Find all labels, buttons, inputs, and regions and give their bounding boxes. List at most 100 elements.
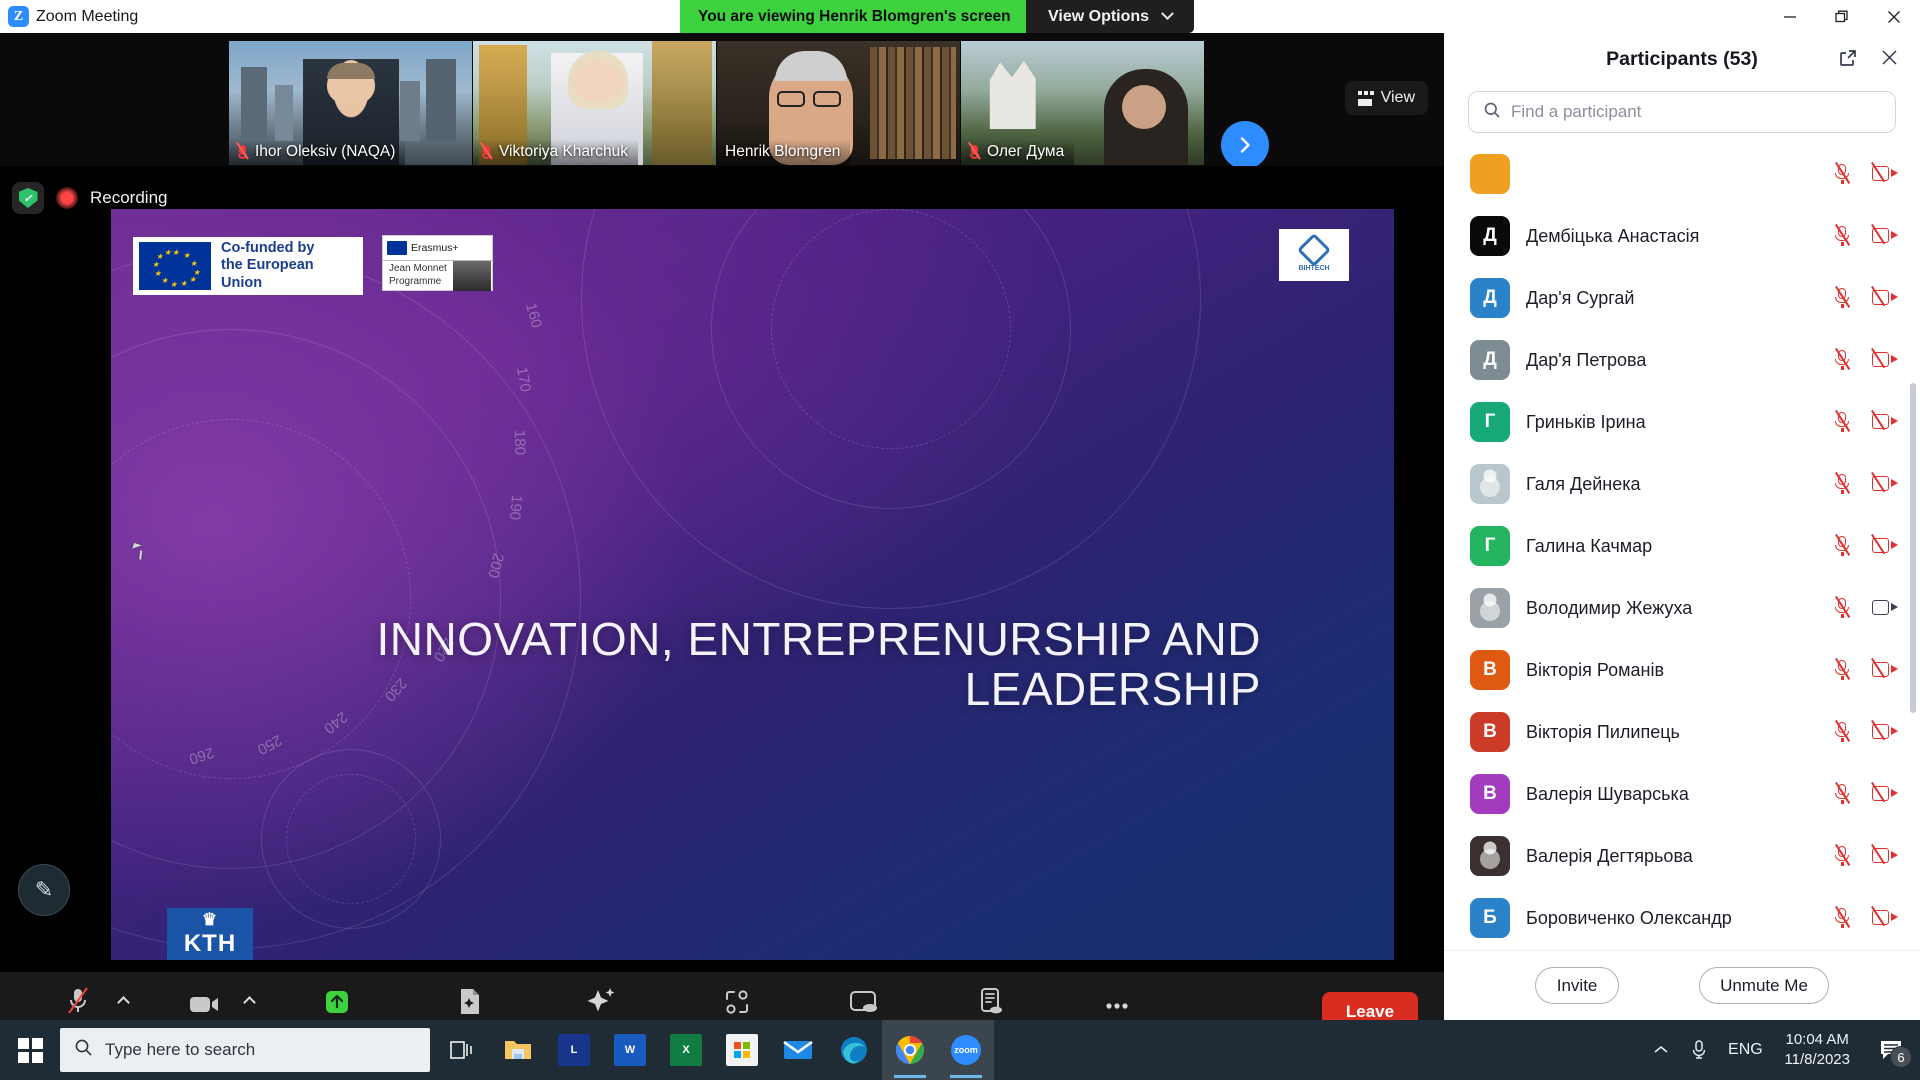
recording-label: Recording [90,188,168,207]
participant-row[interactable]: Г Галина Качмар [1444,515,1920,577]
camera-off-icon[interactable] [1871,410,1898,431]
camera-off-icon[interactable] [1871,162,1898,183]
camera-off-icon[interactable] [1871,224,1898,245]
mic-muted-icon[interactable] [1833,906,1852,929]
video-options-caret[interactable] [243,996,256,1009]
mic-muted-icon[interactable] [1833,596,1852,619]
word-icon[interactable]: W [602,1020,658,1080]
tile-label: Олег Дума [987,143,1065,160]
participant-row[interactable]: Д Дембіцька Анастасія [1444,205,1920,267]
zoom-icon[interactable]: zoom [938,1020,994,1080]
windows-start-icon[interactable] [0,1020,60,1080]
camera-off-icon[interactable] [1871,782,1898,803]
participant-row[interactable]: В Валерія Шуварська [1444,763,1920,825]
participants-list[interactable]: Д Дембіцька Анастасія Д Дар'я Сургай Д Дар'я … [1444,143,1920,950]
avatar-photo [1470,588,1510,628]
jean-monnet-line-2: Programme [389,275,442,287]
recording-dot-icon [56,187,78,209]
camera-off-icon[interactable] [1871,472,1898,493]
taskbar-clock[interactable]: 10:04 AM 11/8/2023 [1772,1030,1862,1071]
mic-muted-icon[interactable] [1833,658,1852,681]
participant-row[interactable]: Д Дар'я Петрова [1444,329,1920,391]
view-layout-button[interactable]: View [1344,81,1428,115]
search-icon [1483,101,1501,124]
clock-time: 10:04 AM [1785,1030,1849,1048]
search-box[interactable] [1468,91,1896,133]
language-indicator[interactable]: ENG [1718,1041,1772,1059]
microsoft-store-icon[interactable] [714,1020,770,1080]
camera-off-icon[interactable] [1871,286,1898,307]
mic-muted-icon[interactable] [1833,534,1852,557]
security-shield-icon[interactable]: ✓ [12,182,44,214]
excel-icon[interactable]: X [658,1020,714,1080]
close-panel-icon[interactable] [1879,47,1900,73]
participant-row[interactable]: Галя Дейнека [1444,453,1920,515]
participants-scrollbar[interactable] [1910,383,1916,713]
participant-row[interactable]: В Вікторія Пилипець [1444,701,1920,763]
mic-muted-icon[interactable] [1833,286,1852,309]
participant-status-icons [1833,286,1898,309]
camera-off-icon[interactable] [1871,906,1898,927]
mic-muted-icon[interactable] [1833,844,1852,867]
camera-off-icon[interactable] [1871,348,1898,369]
edge-icon[interactable] [826,1020,882,1080]
mail-icon[interactable] [770,1020,826,1080]
view-options-button[interactable]: View Options [1026,0,1195,33]
camera-on-icon[interactable] [1872,599,1898,617]
participant-row[interactable]: В Вікторія Романів [1444,639,1920,701]
mic-muted-icon[interactable] [1833,162,1852,185]
mic-muted-icon[interactable] [1833,410,1852,433]
video-tile-0[interactable]: Ihor Oleksiv (NAQA) [229,41,472,165]
participant-row[interactable] [1444,143,1920,205]
participant-status-icons [1833,906,1898,929]
mic-muted-icon[interactable] [1833,472,1852,495]
participant-row[interactable]: Володимир Жежуха [1444,577,1920,639]
participant-row[interactable]: Валерія Дегтярьова [1444,825,1920,887]
invite-button[interactable]: Invite [1535,967,1620,1004]
video-tile-2[interactable]: Henrik Blomgren [717,41,960,165]
participant-status-icons [1833,410,1898,433]
microphone-icon[interactable] [1680,1039,1718,1061]
video-tile-name-1: Viktoriya Kharchuk [473,139,638,165]
maximize-restore-button[interactable] [1816,0,1868,33]
participant-status-icons [1833,782,1898,805]
participant-row[interactable]: Г Гриньків Ірина [1444,391,1920,453]
notifications-icon[interactable]: 6 [1862,1020,1920,1080]
audio-options-caret[interactable] [117,996,130,1009]
dial-tick: 190 [505,494,526,521]
camera-off-icon[interactable] [1871,658,1898,679]
next-page-button[interactable] [1221,121,1269,169]
search-input[interactable] [1511,102,1881,122]
file-explorer-icon[interactable] [490,1020,546,1080]
window-controls [1764,0,1920,33]
show-hidden-icons-icon[interactable] [1642,1044,1680,1056]
camera-off-icon[interactable] [1871,844,1898,865]
video-tile-3[interactable]: Олег Дума [961,41,1204,165]
participants-panel-footer: Invite Unmute Me [1444,950,1920,1020]
mic-muted-icon[interactable] [1833,720,1852,743]
eu-logo-line-2: the European Union [221,257,314,291]
mic-muted-icon[interactable] [1833,782,1852,805]
participant-status-icons [1833,596,1898,619]
share-screen-icon [323,986,351,1016]
participant-name: Дар'я Петрова [1526,349,1647,370]
task-view-icon[interactable] [434,1020,490,1080]
video-tile-1[interactable]: Viktoriya Kharchuk [473,41,716,165]
window-title: Zoom Meeting [36,7,139,25]
taskbar-search-box[interactable]: Type here to search [60,1028,430,1072]
popout-icon[interactable] [1838,48,1858,73]
camera-off-icon[interactable] [1871,720,1898,741]
mic-muted-icon[interactable] [1833,348,1852,371]
avatar-initial [1470,154,1510,194]
minimize-button[interactable] [1764,0,1816,33]
participant-row[interactable]: Б Боровиченко Олександр [1444,887,1920,949]
participant-row[interactable]: Д Дар'я Сургай [1444,267,1920,329]
annotate-pencil-button[interactable]: ✎ [18,864,70,916]
libreoffice-icon[interactable]: L [546,1020,602,1080]
close-button[interactable] [1868,0,1920,33]
unmute-me-button[interactable]: Unmute Me [1699,967,1829,1004]
mic-muted-icon[interactable] [1833,224,1852,247]
chrome-icon[interactable] [882,1020,938,1080]
search-icon [74,1038,93,1062]
camera-off-icon[interactable] [1871,534,1898,555]
